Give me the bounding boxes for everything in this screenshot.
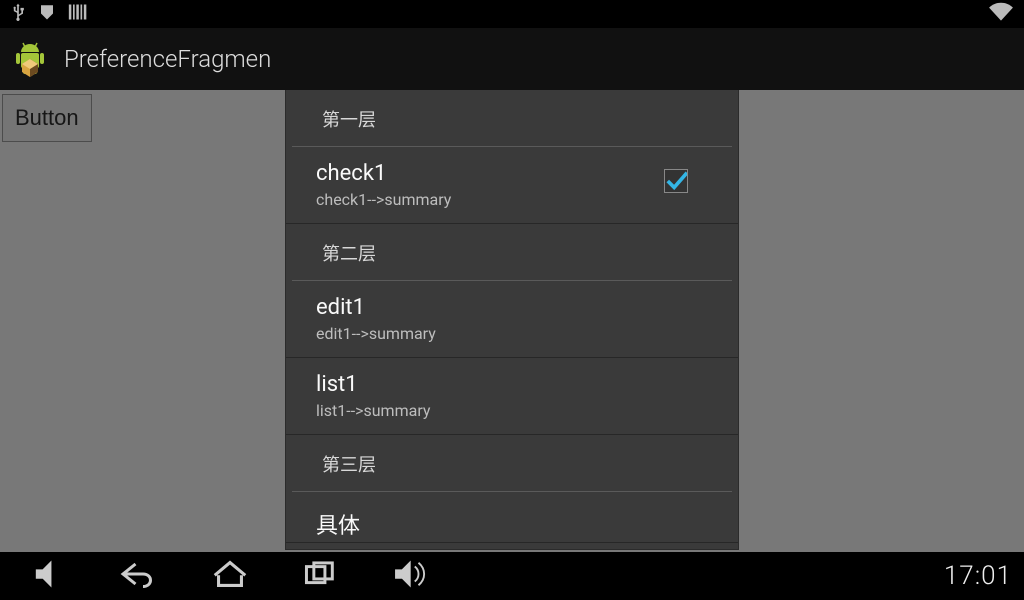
pref-checkbox[interactable]	[664, 169, 692, 197]
download-icon	[38, 3, 56, 25]
pref-title: check1	[316, 161, 708, 186]
usb-icon	[10, 2, 26, 26]
pref-summary: list1-->summary	[316, 401, 708, 420]
pref-summary: check1-->summary	[316, 190, 708, 209]
app-title: PreferenceFragmen	[64, 45, 271, 73]
status-bar	[0, 0, 1024, 28]
pref-title: edit1	[316, 295, 708, 320]
volume-down-icon[interactable]	[32, 559, 64, 593]
pref-item-peek[interactable]: 具体	[286, 492, 738, 543]
pref-category-header: 第二层	[322, 240, 702, 272]
pref-category-header: 第三层	[322, 451, 702, 483]
navigation-bar: 17:01	[0, 552, 1024, 600]
back-icon[interactable]	[120, 559, 156, 593]
preference-dialog: 第一层 check1 check1-->summary 第二层 edit1 ed…	[285, 90, 739, 550]
pref-category-3: 第三层	[292, 435, 732, 492]
pref-item-edit1[interactable]: edit1 edit1-->summary	[286, 281, 738, 358]
pref-item-list1[interactable]: list1 list1-->summary	[286, 358, 738, 435]
app-icon	[10, 39, 50, 79]
pref-category-header: 第一层	[322, 106, 702, 138]
pref-title: 具体	[316, 508, 708, 540]
home-icon[interactable]	[212, 560, 248, 592]
pref-title: list1	[316, 372, 708, 397]
content-area: Button 第一层 check1 check1-->summary 第二层 e…	[0, 90, 1024, 552]
pref-summary: edit1-->summary	[316, 324, 708, 343]
pref-category-2: 第二层	[292, 224, 732, 281]
barcode-icon	[68, 3, 88, 25]
recent-apps-icon[interactable]	[304, 560, 336, 592]
pref-item-check1[interactable]: check1 check1-->summary	[286, 147, 738, 224]
action-bar: PreferenceFragmen	[0, 28, 1024, 90]
wifi-icon	[988, 2, 1014, 26]
volume-up-icon[interactable]	[392, 559, 430, 593]
pref-category-1: 第一层	[292, 90, 732, 147]
clock[interactable]: 17:01	[944, 561, 1012, 591]
